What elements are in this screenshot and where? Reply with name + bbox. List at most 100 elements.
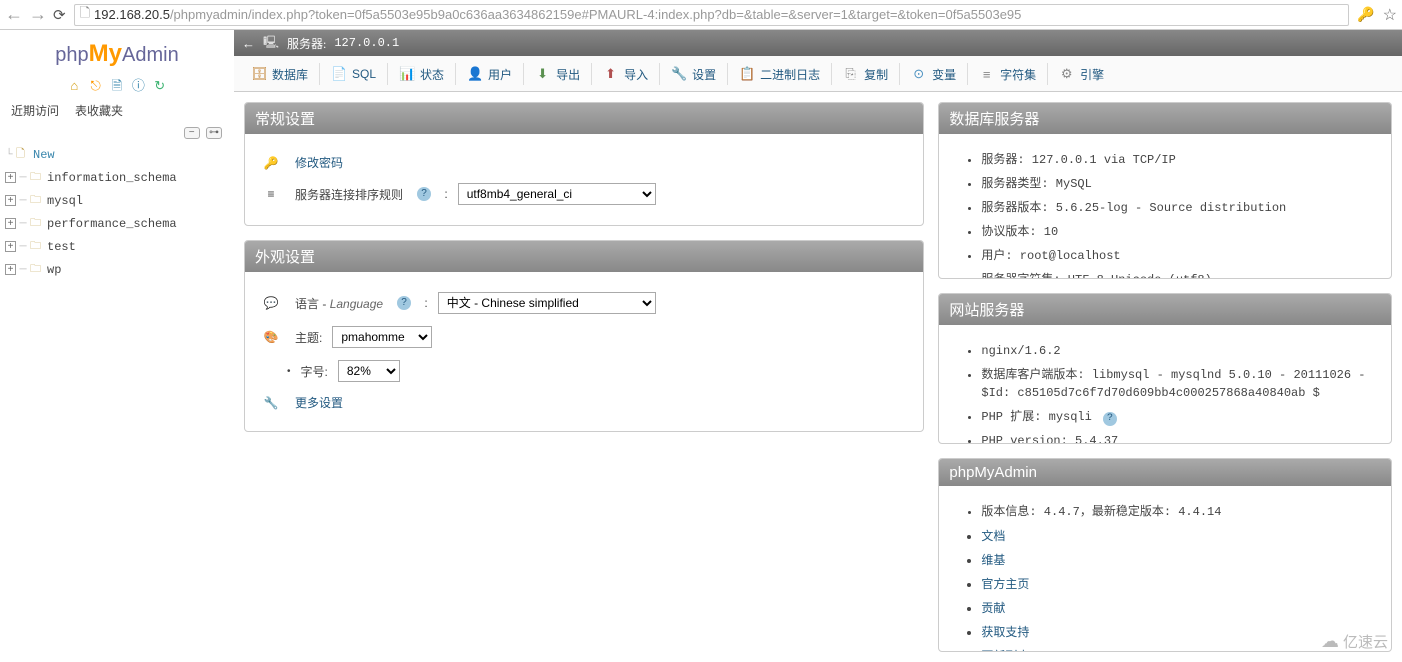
tab-label: 设置 — [692, 66, 716, 83]
tab-label: 复制 — [864, 66, 888, 83]
logout-icon[interactable]: ⎋ — [88, 78, 104, 94]
panel-phpmyadmin: phpMyAdmin 版本信息: 4.4.7，最新稳定版本: 4.4.14文档维… — [938, 458, 1392, 652]
tab-引擎[interactable]: ⚙引擎 — [1048, 57, 1115, 91]
collation-icon: ≡ — [263, 187, 279, 201]
tab-label: 变量 — [932, 66, 956, 83]
logo[interactable]: phpMyAdmin — [0, 30, 234, 73]
pma-link[interactable]: 贡献 — [981, 601, 1005, 615]
theme-label: 主题: — [295, 329, 322, 346]
panel-title: phpMyAdmin — [939, 459, 1391, 486]
theme-icon: 🎨 — [263, 330, 279, 344]
home-icon[interactable]: ⌂ — [66, 78, 82, 94]
db-test[interactable]: +─🗀test — [5, 235, 234, 258]
database-tree: └🗋New +─🗀information_schema +─🗀mysql +─🗀… — [0, 141, 234, 281]
panel-database-server: 数据库服务器 服务器: 127.0.0.1 via TCP/IP服务器类型: M… — [938, 102, 1392, 279]
tab-label: 二进制日志 — [760, 66, 820, 83]
server-info-item: 服务器版本: 5.6.25-log - Source distribution — [981, 196, 1373, 220]
tab-favorites[interactable]: 表收藏夹 — [72, 100, 126, 121]
webserver-info-item: PHP version: 5.4.37 — [981, 429, 1373, 444]
db-mysql[interactable]: +─🗀mysql — [5, 189, 234, 212]
more-settings-link[interactable]: 更多设置 — [295, 394, 343, 411]
fontsize-label: 字号: — [301, 363, 328, 380]
sidebar-quick-icons: ⌂ ⎋ 🗎 ⓘ ↻ — [0, 73, 234, 100]
key-icon[interactable]: 🔑 — [1357, 6, 1374, 23]
url-path: /phpmyadmin/index.php?token=0f5a5503e95b… — [170, 7, 1021, 22]
pma-link[interactable]: 文档 — [981, 529, 1005, 543]
fontsize-select[interactable]: 82% — [338, 360, 400, 382]
tab-用户[interactable]: 👤用户 — [456, 57, 523, 91]
server-info-item: 协议版本: 10 — [981, 220, 1373, 244]
watermark: ☁ 亿速云 — [1321, 631, 1388, 652]
tab-导入[interactable]: ⬆ 导入 — [592, 57, 659, 91]
url-host: 192.168.20.5 — [94, 7, 170, 22]
forward-icon: → — [29, 4, 45, 25]
main-tabs: 🗄 数据库 📄SQL📊状态👤用户 ⬇ 导出 ⬆ 导入 🔧 设置 📋 二进制日志 ⎘ 复制 ⊙ 变量 ≡字符集⚙… — [234, 56, 1402, 92]
change-password-link[interactable]: 修改密码 — [295, 154, 343, 171]
panel-appearance-settings: 外观设置 💬 语言 - Language ? : 中文 - Chinese si… — [244, 240, 924, 432]
pma-link[interactable]: 维基 — [981, 553, 1005, 567]
webserver-info-item: PHP 扩展: mysqli ? — [981, 405, 1373, 429]
tab-数据库[interactable]: 🗄 数据库 — [240, 57, 319, 91]
sidebar: phpMyAdmin ⌂ ⎋ 🗎 ⓘ ↻ 近期访问 表收藏夹 − ⊶ └🗋New… — [0, 30, 234, 662]
pma-link[interactable]: 获取支持 — [981, 625, 1029, 639]
server-info-item: 服务器字符集: UTF-8 Unicode (utf8) — [981, 268, 1373, 279]
tab-icon: ⊙ — [911, 66, 926, 82]
tab-recent[interactable]: 近期访问 — [8, 100, 62, 121]
collation-select[interactable]: utf8mb4_general_ci — [458, 183, 656, 205]
tab-icon: 📋 — [739, 66, 754, 82]
tab-label: 字符集 — [1000, 66, 1036, 83]
tab-icon: ⬆ — [603, 66, 618, 82]
nav-reload-icon[interactable]: ↻ — [152, 78, 168, 94]
pma-link[interactable]: 更新列表 — [981, 649, 1029, 652]
server-info-item: 服务器: 127.0.0.1 via TCP/IP — [981, 148, 1373, 172]
tab-状态[interactable]: 📊状态 — [388, 57, 455, 91]
collapse-all-icon[interactable]: − — [184, 127, 200, 139]
tab-导出[interactable]: ⬇ 导出 — [524, 57, 591, 91]
tab-label: SQL — [352, 67, 376, 81]
tab-复制[interactable]: ⎘ 复制 — [832, 57, 899, 91]
url-input[interactable]: 🗋 192.168.20.5 /phpmyadmin/index.php?tok… — [74, 4, 1350, 26]
webserver-info-item: nginx/1.6.2 — [981, 339, 1373, 363]
help-icon[interactable]: ? — [397, 296, 411, 310]
settings-icon: 🔧 — [263, 396, 279, 410]
server-info-item: 用户: root@localhost — [981, 244, 1373, 268]
pma-link[interactable]: 官方主页 — [981, 577, 1029, 591]
tab-label: 导出 — [556, 66, 580, 83]
tab-label: 状态 — [420, 66, 444, 83]
language-select[interactable]: 中文 - Chinese simplified — [438, 292, 656, 314]
db-performance-schema[interactable]: +─🗀performance_schema — [5, 212, 234, 235]
tab-字符集[interactable]: ≡字符集 — [968, 57, 1047, 91]
panel-title: 网站服务器 — [939, 294, 1391, 325]
collapse-sidebar-icon[interactable]: ← — [242, 36, 255, 51]
language-label: 语言 - Language — [295, 295, 383, 312]
tab-icon: ⎘ — [843, 66, 858, 82]
tab-icon: ⬇ — [535, 66, 550, 82]
reload-icon[interactable]: ⟳ — [53, 6, 66, 24]
docs-icon[interactable]: ⓘ — [130, 75, 146, 91]
tab-label: 数据库 — [272, 66, 308, 83]
server-breadcrumb: ← 🖳 服务器: 127.0.0.1 — [234, 30, 1402, 56]
cloud-icon: ☁ — [1321, 631, 1339, 652]
link-icon[interactable]: ⊶ — [206, 127, 222, 139]
tab-icon: 🔧 — [671, 66, 686, 82]
panel-title: 外观设置 — [245, 241, 923, 272]
tab-SQL[interactable]: 📄SQL — [320, 57, 387, 90]
theme-select[interactable]: pmahomme — [332, 326, 432, 348]
tab-二进制日志[interactable]: 📋 二进制日志 — [728, 57, 831, 91]
help-icon[interactable]: ? — [1103, 412, 1117, 426]
panel-general-settings: 常规设置 🔑 修改密码 ≡ 服务器连接排序规则 ? : utf8mb4_gene… — [244, 102, 924, 226]
back-icon: ← — [5, 4, 21, 25]
new-database[interactable]: └🗋New — [5, 143, 234, 166]
tab-label: 导入 — [624, 66, 648, 83]
bookmark-icon[interactable]: ☆ — [1383, 5, 1397, 25]
sidebar-tabs: 近期访问 表收藏夹 — [0, 100, 234, 121]
webserver-info-item: 数据库客户端版本: libmysql - mysqlnd 5.0.10 - 20… — [981, 363, 1373, 405]
sql-icon[interactable]: 🗎 — [109, 77, 125, 93]
db-information-schema[interactable]: +─🗀information_schema — [5, 166, 234, 189]
db-wp[interactable]: +─🗀wp — [5, 258, 234, 281]
tab-变量[interactable]: ⊙ 变量 — [900, 57, 967, 91]
language-icon: 💬 — [263, 296, 279, 310]
help-icon[interactable]: ? — [417, 187, 431, 201]
tab-icon: 🗄 — [251, 66, 266, 82]
tab-设置[interactable]: 🔧 设置 — [660, 57, 727, 91]
